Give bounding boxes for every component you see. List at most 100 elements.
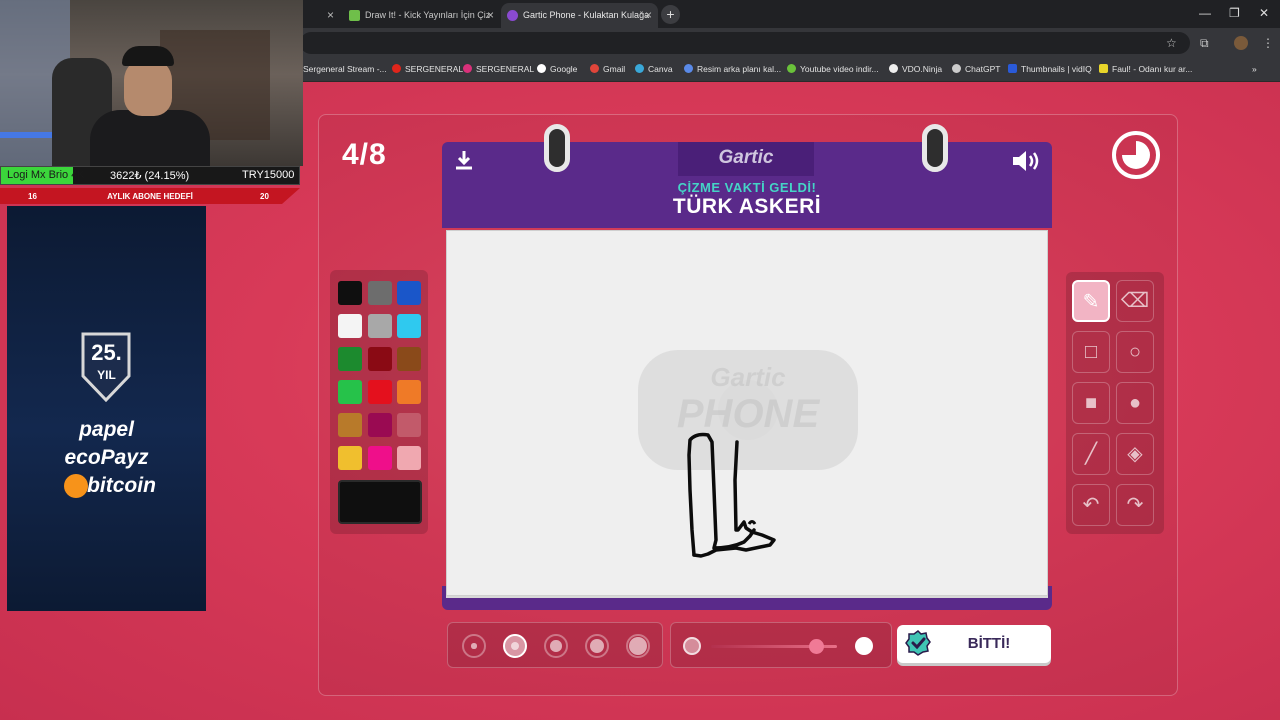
color-swatch[interactable] <box>338 314 362 338</box>
color-swatch[interactable] <box>367 446 392 470</box>
bookmark-item[interactable]: Google <box>537 64 577 74</box>
browser-tab-drawit[interactable]: Draw It! - Kick Yayınları İçin Çiz × <box>343 3 500 28</box>
sound-icon[interactable] <box>1010 148 1042 174</box>
checkmark-icon <box>905 630 931 656</box>
instagram-icon <box>463 64 472 73</box>
donation-target: TRY15000 <box>242 169 295 181</box>
gmail-icon <box>590 64 599 73</box>
bookmark-item[interactable]: Resim arka planı kal... <box>684 64 781 74</box>
eraser-icon[interactable]: ⌫ <box>1116 280 1154 322</box>
webcam-overlay <box>0 0 303 166</box>
download-drawing-icon[interactable] <box>452 148 476 172</box>
brush-size-button[interactable] <box>585 634 609 658</box>
line-icon[interactable]: ╱ <box>1072 433 1110 475</box>
color-swatch[interactable] <box>397 347 421 371</box>
extensions-icon[interactable]: ⧉ <box>1200 36 1209 51</box>
desk-led <box>0 132 60 138</box>
opacity-high-icon <box>855 637 873 655</box>
restore-icon[interactable]: ❐ <box>1229 6 1240 20</box>
streamer-torso <box>90 110 210 166</box>
sub-goal-target: 20 <box>260 192 269 201</box>
brush-size-button[interactable] <box>503 634 527 658</box>
done-button[interactable]: BİTTİ! <box>897 625 1051 663</box>
youtube-icon <box>392 64 401 73</box>
bookmark-item[interactable]: SERGENERAL <box>463 64 534 74</box>
color-swatch[interactable] <box>367 380 392 404</box>
bookmark-item[interactable]: SERGENERAL <box>392 64 463 74</box>
color-swatch[interactable] <box>397 380 421 404</box>
color-swatch[interactable] <box>338 446 362 470</box>
current-color-preview <box>338 480 422 524</box>
page-edge <box>446 596 1048 598</box>
camera-label: Logi Mx Brio 4K <box>7 169 85 181</box>
rect-outline-icon[interactable]: □ <box>1072 331 1110 373</box>
opacity-slider[interactable] <box>670 622 892 668</box>
bookmark-item[interactable]: Youtube video indir... <box>787 64 879 74</box>
close-window-icon[interactable]: ✕ <box>1259 6 1269 20</box>
bookmark-item[interactable]: VDO.Ninja <box>889 64 942 74</box>
brush-size-dot <box>510 641 520 651</box>
color-swatch[interactable] <box>367 281 392 305</box>
sub-goal-bar: 16 AYLIK ABONE HEDEFİ 20 <box>0 188 300 204</box>
bookmark-star-icon[interactable]: ☆ <box>1166 36 1177 50</box>
new-tab-button[interactable]: + <box>661 5 680 24</box>
gartic-logo: Gartic <box>718 147 774 168</box>
brush-size-button[interactable] <box>544 634 568 658</box>
minimize-icon[interactable]: — <box>1199 6 1211 20</box>
close-tab-icon[interactable]: × <box>487 8 494 22</box>
color-swatch[interactable] <box>338 413 362 437</box>
color-swatch[interactable] <box>367 347 392 371</box>
draw-word: TÜRK ASKERİ <box>672 195 822 218</box>
color-swatch[interactable] <box>338 347 362 371</box>
close-tab-icon[interactable]: × <box>327 8 334 22</box>
remove-bg-icon <box>684 64 693 73</box>
google-icon <box>537 64 546 73</box>
color-swatch[interactable] <box>397 446 421 470</box>
rect-fill-icon[interactable]: ■ <box>1072 382 1110 424</box>
more-bookmarks-icon[interactable]: » <box>1252 64 1257 74</box>
opacity-thumb[interactable] <box>808 639 824 654</box>
circle-outline-icon[interactable]: ○ <box>1116 331 1154 373</box>
bookmark-item[interactable]: Sergeneral Stream -... <box>303 64 387 74</box>
brush-size-button[interactable] <box>462 634 486 658</box>
profile-avatar[interactable] <box>1234 36 1248 50</box>
bookmark-item[interactable]: Canva <box>635 64 673 74</box>
download-icon <box>787 64 796 73</box>
browser-menu-icon[interactable]: ⋮ <box>1262 36 1274 50</box>
brush-size-dot <box>589 638 605 654</box>
color-swatch[interactable] <box>367 413 392 437</box>
color-swatch[interactable] <box>338 281 362 305</box>
opacity-low-icon <box>683 637 701 655</box>
pencil-icon[interactable]: ✎ <box>1072 280 1110 322</box>
bookmark-item[interactable]: Thumbnails | vidIQ <box>1008 64 1092 74</box>
circle-fill-icon[interactable]: ● <box>1116 382 1154 424</box>
brush-size-dot <box>629 637 647 655</box>
drawing-strokes <box>687 432 776 558</box>
draw-prompt-subtitle: ÇİZME VAKTİ GELDİ! <box>677 180 817 195</box>
notebook-ring <box>544 124 570 172</box>
ecopayz-logo: ecoPayz <box>64 446 149 469</box>
color-swatch[interactable] <box>338 380 362 404</box>
bookmark-item[interactable]: Gmail <box>590 64 625 74</box>
color-swatch[interactable] <box>397 413 421 437</box>
browser-tab-gartic[interactable]: Gartic Phone - Kulaktan Kulağa × <box>501 3 658 28</box>
address-bar[interactable] <box>300 32 1190 54</box>
redo-icon[interactable]: ↷ <box>1116 484 1154 526</box>
close-tab-icon[interactable]: × <box>645 8 652 22</box>
undo-icon[interactable]: ↶ <box>1072 484 1110 526</box>
drawit-favicon-icon <box>349 10 360 21</box>
donation-goal-bar: Logi Mx Brio 4K 3622₺ (24.15%) TRY15000 <box>0 166 300 185</box>
brush-size-button[interactable] <box>626 634 650 658</box>
brush-size-dot <box>550 640 562 652</box>
streamer-face <box>124 58 172 116</box>
done-button-label: BİTTİ! <box>967 635 1011 652</box>
bookmark-item[interactable]: ChatGPT <box>952 64 1000 74</box>
color-swatch[interactable] <box>397 281 421 305</box>
color-swatch[interactable] <box>397 314 421 338</box>
canva-icon <box>635 64 644 73</box>
notebook-ring <box>922 124 948 172</box>
color-swatch[interactable] <box>367 314 392 338</box>
bookmark-item[interactable]: Faul! - Odanı kur ar... <box>1099 64 1192 74</box>
badge-label: YIL <box>97 368 116 382</box>
bucket-icon[interactable]: ◈ <box>1116 433 1154 475</box>
